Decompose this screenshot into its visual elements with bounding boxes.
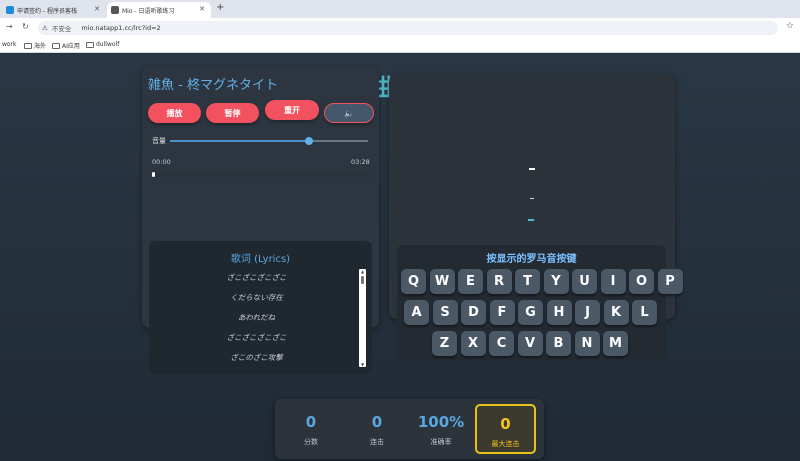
key-s[interactable]: S — [432, 300, 458, 325]
bookmark-star-icon[interactable]: ☆ — [786, 21, 794, 31]
key-k[interactable]: K — [603, 300, 629, 325]
key-m[interactable]: M — [603, 331, 628, 356]
new-tab-button[interactable]: + — [216, 2, 224, 13]
site-favicon-icon — [111, 6, 119, 14]
accuracy-label: 准确率 — [430, 438, 452, 446]
pause-button[interactable]: 暂停 — [206, 103, 259, 123]
key-r[interactable]: R — [486, 269, 512, 294]
key-t[interactable]: T — [515, 269, 540, 294]
folder-icon — [52, 42, 60, 49]
key-w[interactable]: W — [429, 269, 455, 294]
volume-label: 音量 — [152, 137, 166, 145]
lyrics-panel: 歌词 (Lyrics) ざこざこざこざこ くだらない存在 あわれだね ざこざこざ… — [149, 241, 372, 374]
lyric-line: ざこざこざこざこ — [226, 333, 287, 342]
typing-cursor-line — [528, 219, 534, 221]
key-d[interactable]: D — [461, 300, 486, 325]
key-g[interactable]: G — [518, 300, 543, 325]
bookmark-label: AI应用 — [62, 43, 80, 50]
combo-label: 连击 — [370, 438, 384, 446]
tab-1-title: 申请签约 - 程序员客栈 — [17, 7, 77, 15]
key-x[interactable]: X — [460, 331, 486, 356]
security-label: 不安全 — [51, 25, 72, 33]
tab-1[interactable]: 申请签约 - 程序员客栈 ✕ — [2, 2, 106, 18]
max-combo-label: 最大连击 — [491, 440, 520, 448]
playback-progress-fill — [152, 172, 155, 177]
stats-panel: 0 分数 0 连击 100% 准确率 0 最大连击 — [275, 399, 544, 459]
restart-button[interactable]: 重开 — [265, 100, 319, 120]
bookmark-overseas[interactable]: 海外 — [24, 41, 46, 50]
folder-icon — [86, 41, 94, 48]
typing-cursor-line — [529, 168, 535, 170]
site-favicon-icon — [6, 6, 14, 14]
url-text: mio.natapp1.cc/lrc?id=2 — [81, 24, 161, 32]
key-o[interactable]: O — [629, 269, 654, 294]
url-bar[interactable]: ⚠ 不安全 mio.natapp1.cc/lrc?id=2 — [38, 21, 778, 35]
key-f[interactable]: F — [489, 300, 515, 325]
close-tab-icon[interactable]: ✕ — [94, 5, 100, 13]
bookmark-work[interactable]: work — [2, 41, 17, 48]
bookmark-dullwolf[interactable]: dullwolf — [86, 41, 119, 48]
volume-slider-thumb[interactable] — [304, 137, 313, 145]
bookmarks-bar: work 海外 AI应用 dullwolf — [0, 37, 800, 53]
lyric-line: ざこのざこ攻撃 — [230, 353, 283, 362]
max-combo-value: 0 — [500, 415, 511, 433]
key-l[interactable]: L — [632, 300, 657, 325]
score-stat: 0 分数 — [285, 399, 337, 459]
scroll-down-icon[interactable]: ▼ — [359, 362, 366, 367]
key-q[interactable]: Q — [401, 269, 426, 294]
address-bar-row: → ↻ ⚠ 不安全 mio.natapp1.cc/lrc?id=2 ☆ — [0, 18, 800, 37]
browser-tab-bar: 申请签约 - 程序员客栈 ✕ Mio - 日语听歌练习 ✕ + — [0, 0, 800, 18]
key-b[interactable]: B — [546, 331, 571, 356]
key-j[interactable]: J — [575, 300, 600, 325]
playback-progress-bar[interactable] — [152, 172, 371, 177]
current-time: 00:00 — [152, 158, 171, 166]
play-button[interactable]: 播放 — [148, 103, 201, 123]
key-z[interactable]: Z — [432, 331, 457, 356]
close-tab-icon[interactable]: ✕ — [199, 5, 205, 13]
bookmark-label: dullwolf — [96, 41, 120, 48]
lyric-line: あわれだね — [237, 313, 276, 322]
key-p[interactable]: P — [657, 269, 683, 294]
lyric-line: くだらない存在 — [230, 293, 283, 302]
combo-stat: 0 连击 — [351, 399, 403, 459]
song-title: 雑魚 - 柊マグネタイト — [148, 78, 278, 93]
scroll-up-icon[interactable]: ▲ — [359, 269, 366, 274]
lyrics-scrollbar[interactable]: ▲ ▼ — [359, 269, 366, 367]
lyrics-title: 歌词 (Lyrics) — [230, 254, 291, 265]
accuracy-stat: 100% 准确率 — [411, 399, 471, 459]
accuracy-value: 100% — [417, 413, 465, 431]
tab-2-title: Mio - 日语听歌练习 — [122, 7, 175, 15]
key-h[interactable]: H — [546, 300, 572, 325]
bookmark-ai-apps[interactable]: AI应用 — [52, 41, 80, 50]
key-a[interactable]: A — [404, 300, 429, 325]
key-y[interactable]: Y — [543, 269, 569, 294]
score-label: 分数 — [304, 438, 318, 446]
key-u[interactable]: U — [572, 269, 597, 294]
key-c[interactable]: C — [489, 331, 514, 356]
reload-icon[interactable]: ↻ — [22, 22, 29, 31]
virtual-keyboard: 按显示的罗马音按键 QWERTYUIOP ASDFGHJKL ZXCVBNM — [397, 245, 683, 362]
duration-time: 03:28 — [351, 158, 370, 166]
bookmark-label: work — [2, 41, 17, 48]
key-v[interactable]: V — [517, 331, 543, 356]
combo-value: 0 — [371, 413, 383, 431]
bookmark-label: 海外 — [34, 43, 47, 50]
lyric-line: ざこざこざこざこ — [226, 273, 287, 282]
key-n[interactable]: N — [574, 331, 600, 356]
volume-slider[interactable] — [170, 137, 368, 145]
volume-slider-fill — [170, 140, 309, 142]
forward-arrow-icon[interactable]: → — [6, 22, 13, 31]
score-value: 0 — [305, 413, 317, 431]
typing-cursor-line — [530, 198, 534, 199]
scrollbar-thumb[interactable] — [361, 276, 364, 284]
key-e[interactable]: E — [458, 269, 483, 294]
folder-icon — [24, 42, 32, 49]
tab-2[interactable]: Mio - 日语听歌练习 ✕ — [107, 2, 211, 18]
key-i[interactable]: I — [600, 269, 626, 294]
keyboard-prompt: 按显示的罗马音按键 — [486, 254, 577, 265]
max-combo-stat: 0 最大连击 — [475, 404, 536, 454]
warning-icon[interactable]: ⚠ — [42, 24, 48, 32]
speaker-icon[interactable]: 🔈 — [324, 103, 374, 123]
